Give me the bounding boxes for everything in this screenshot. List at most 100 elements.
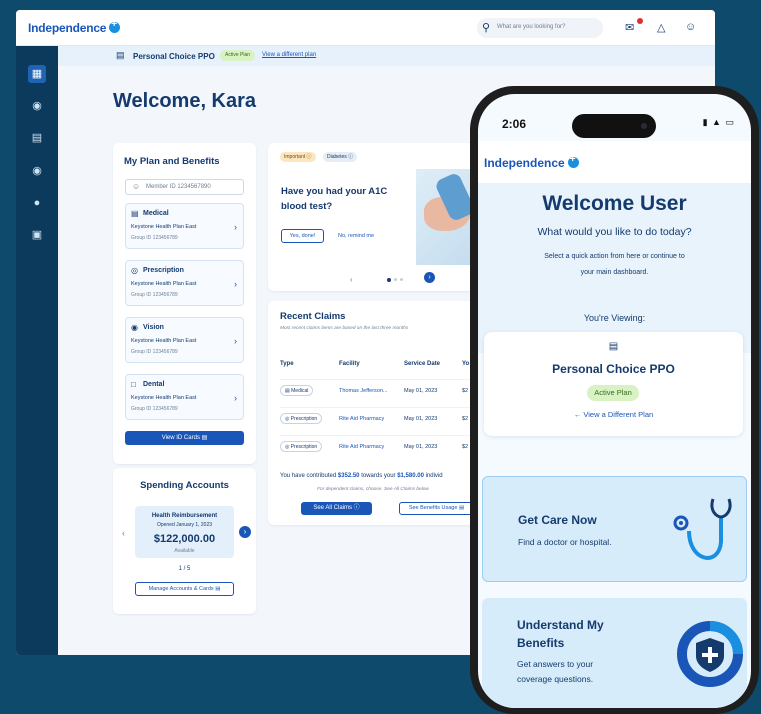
- chevron-right-icon: ›: [234, 222, 237, 232]
- plan-item-name: Medical: [143, 210, 169, 217]
- top-bar: Independence ⚲ What are you looking for?…: [16, 10, 715, 46]
- claim-amount: $2: [462, 388, 469, 394]
- carousel-next-button[interactable]: ›: [424, 272, 435, 283]
- phone-brand-logo[interactable]: Independence: [484, 154, 579, 170]
- phone-screen: 2:06 ▮ ▲ ▭ Independence Welcome User Wha…: [478, 94, 751, 708]
- id-card-icon: ▤: [116, 50, 125, 60]
- plan-item-name: Dental: [143, 381, 165, 388]
- view-id-cards-button[interactable]: View ID Cards ▤: [125, 431, 244, 445]
- member-id-field: ☺ Member ID 1234567890: [125, 179, 244, 195]
- plan-benefits-title: My Plan and Benefits: [124, 156, 220, 167]
- spending-accounts-title: Spending Accounts: [140, 480, 229, 491]
- phone-question: What would you like to do today?: [537, 226, 692, 238]
- claim-type-chip: ▤ Medical: [280, 385, 314, 396]
- plan-item-group: Group ID 123456789: [131, 406, 178, 412]
- cross-logo-icon: [567, 154, 579, 168]
- plan-name: Personal Choice PPO: [133, 52, 215, 61]
- claim-facility-link[interactable]: Rite Aid Pharmacy: [339, 444, 384, 450]
- dashboard-icon[interactable]: ▦: [28, 65, 46, 83]
- person-icon: ☺: [132, 182, 141, 191]
- claim-type: Prescription: [290, 416, 318, 422]
- claim-type: Prescription: [290, 444, 318, 450]
- column-header-facility: Facility: [339, 361, 360, 367]
- glucose-test-photo: [416, 169, 478, 265]
- bell-icon[interactable]: △: [657, 21, 665, 34]
- carousel-dot[interactable]: [400, 278, 403, 281]
- manage-accounts-label: Manage Accounts & Cards: [148, 586, 214, 592]
- understand-title-1: Understand My: [517, 618, 604, 632]
- understand-sub-1: Get answers to your: [517, 659, 594, 669]
- plan-item-vision[interactable]: ◉ Vision Keystone Health Plan East Group…: [125, 317, 244, 363]
- contribution-total: $1,580.00: [397, 473, 424, 479]
- graduation-cap-icon[interactable]: ◉: [28, 97, 46, 115]
- recent-claims-card: Recent Claims Most recent claims items a…: [268, 301, 530, 525]
- reminder-question-1: Have you had your A1C: [281, 186, 388, 197]
- understand-title-2: Benefits: [517, 636, 565, 650]
- stethoscope-icon: [673, 498, 732, 560]
- signal-icon: ▮: [702, 117, 709, 127]
- diabetes-chip: Diabetes ⓘ: [323, 152, 358, 162]
- people-icon[interactable]: ●: [28, 194, 46, 212]
- view-different-plan-link[interactable]: ← View a Different Plan: [484, 410, 743, 419]
- dynamic-island: [572, 114, 656, 138]
- plan-item-plan: Keystone Health Plan East: [131, 395, 197, 401]
- brand-name: Independence: [28, 21, 107, 35]
- column-header-type: Type: [280, 361, 294, 367]
- claim-facility-link[interactable]: Rite Aid Pharmacy: [339, 416, 384, 422]
- camera-icon: [641, 123, 647, 129]
- cross-logo-icon: [109, 19, 121, 33]
- id-card-icon: ▤: [608, 341, 619, 352]
- recent-claims-title: Recent Claims: [280, 311, 346, 322]
- pill-icon: ◎: [285, 416, 290, 422]
- chevron-right-icon: ›: [234, 393, 237, 403]
- stethoscope-icon[interactable]: ◉: [28, 162, 46, 180]
- next-account-button[interactable]: ›: [239, 526, 251, 538]
- understand-benefits-card[interactable]: Understand My Benefits Get answers to yo…: [482, 598, 747, 708]
- carousel-prev-icon[interactable]: ‹: [350, 275, 353, 284]
- carousel-dot-active[interactable]: [387, 278, 391, 282]
- column-header-date: Service Date: [404, 361, 441, 367]
- reminder-question-2: blood test?: [281, 201, 333, 212]
- get-care-now-card[interactable]: Get Care Now Find a doctor or hospital.: [482, 476, 747, 582]
- remind-me-link[interactable]: No, remind me: [338, 233, 374, 239]
- contribution-amount: $352.50: [337, 473, 360, 479]
- see-all-claims-button[interactable]: See All Claims ⓘ: [301, 502, 372, 515]
- health-reimbursement-tile[interactable]: Health Reimbursement Opened January 1, 2…: [135, 506, 234, 558]
- chevron-left-icon[interactable]: ‹: [122, 528, 125, 538]
- see-benefits-usage-button[interactable]: See Benefits Usage ▤: [399, 502, 474, 515]
- brand-logo[interactable]: Independence: [28, 19, 121, 35]
- search-box[interactable]: ⚲ What are you looking for?: [477, 18, 603, 38]
- plan-item-group: Group ID 123456789: [131, 292, 178, 298]
- eye-icon: ◉: [131, 323, 138, 332]
- mail-icon[interactable]: ✉: [625, 21, 634, 34]
- claim-amount: $2: [462, 444, 469, 450]
- get-care-now-title: Get Care Now: [518, 513, 597, 527]
- plan-item-dental[interactable]: □ Dental Keystone Health Plan East Group…: [125, 374, 244, 420]
- important-chip: Important ⓘ: [280, 152, 316, 162]
- notification-badge: [637, 18, 643, 24]
- plan-item-name: Vision: [143, 324, 164, 331]
- plan-item-medical[interactable]: ▤ Medical Keystone Health Plan East Grou…: [125, 203, 244, 249]
- member-id: Member ID 1234567890: [146, 184, 211, 190]
- account-opened: Opened January 1, 2023: [156, 522, 213, 528]
- yes-done-button[interactable]: Yes, done!: [281, 229, 324, 243]
- book-icon[interactable]: ▣: [28, 226, 46, 244]
- left-sidebar: ▦ ◉ ▤ ◉ ● ▣: [16, 46, 58, 655]
- document-icon[interactable]: ▤: [28, 129, 46, 147]
- plan-item-group: Group ID 123456789: [131, 235, 178, 241]
- contribution-text: You have contributed $352.50 towards you…: [280, 473, 443, 479]
- account-available-label: Available: [174, 548, 195, 554]
- status-icons: ▮ ▲ ▭: [703, 117, 735, 128]
- claim-type: Medical: [291, 388, 309, 394]
- claim-facility-link[interactable]: Thomas Jefferson...: [339, 388, 388, 394]
- manage-accounts-button[interactable]: Manage Accounts & Cards ▤: [135, 582, 234, 596]
- user-icon[interactable]: ☺: [685, 21, 696, 33]
- search-placeholder: What are you looking for?: [497, 24, 566, 30]
- account-name: Health Reimbursement: [151, 513, 218, 519]
- view-different-plan-link[interactable]: View a different plan: [262, 52, 316, 58]
- carousel-dot[interactable]: [394, 278, 397, 281]
- account-amount: $122,000.00: [153, 533, 216, 545]
- claim-amount: $2: [462, 416, 469, 422]
- plan-item-prescription[interactable]: ◎ Prescription Keystone Health Plan East…: [125, 260, 244, 306]
- battery-icon: ▭: [725, 117, 735, 127]
